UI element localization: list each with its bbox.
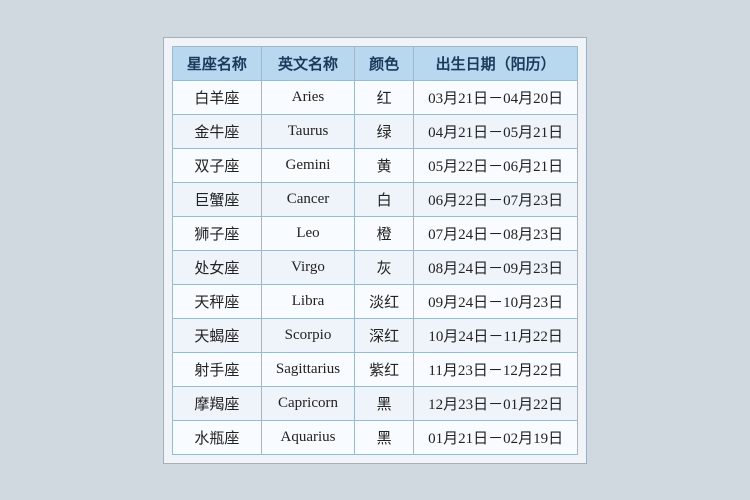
table-header-row: 星座名称 英文名称 颜色 出生日期（阳历）: [172, 46, 577, 80]
header-birth-date: 出生日期（阳历）: [414, 46, 578, 80]
zodiac-table-container: 星座名称 英文名称 颜色 出生日期（阳历） 白羊座Aries红03月21日－04…: [163, 37, 587, 464]
zodiac-table: 星座名称 英文名称 颜色 出生日期（阳历） 白羊座Aries红03月21日－04…: [172, 46, 578, 455]
table-row: 水瓶座Aquarius黑01月21日－02月19日: [172, 420, 577, 454]
cell-birth-date: 01月21日－02月19日: [414, 420, 578, 454]
table-row: 摩羯座Capricorn黑12月23日－01月22日: [172, 386, 577, 420]
cell-chinese-name: 金牛座: [172, 114, 261, 148]
header-chinese-name: 星座名称: [172, 46, 261, 80]
table-row: 狮子座Leo橙07月24日－08月23日: [172, 216, 577, 250]
table-body: 白羊座Aries红03月21日－04月20日金牛座Taurus绿04月21日－0…: [172, 80, 577, 454]
cell-chinese-name: 天秤座: [172, 284, 261, 318]
cell-birth-date: 05月22日－06月21日: [414, 148, 578, 182]
cell-english-name: Aquarius: [261, 420, 354, 454]
cell-birth-date: 04月21日－05月21日: [414, 114, 578, 148]
header-color: 颜色: [355, 46, 414, 80]
cell-color: 灰: [355, 250, 414, 284]
cell-chinese-name: 水瓶座: [172, 420, 261, 454]
table-row: 天秤座Libra淡红09月24日－10月23日: [172, 284, 577, 318]
cell-chinese-name: 天蝎座: [172, 318, 261, 352]
cell-chinese-name: 处女座: [172, 250, 261, 284]
table-row: 金牛座Taurus绿04月21日－05月21日: [172, 114, 577, 148]
cell-birth-date: 09月24日－10月23日: [414, 284, 578, 318]
cell-color: 绿: [355, 114, 414, 148]
cell-color: 红: [355, 80, 414, 114]
cell-english-name: Taurus: [261, 114, 354, 148]
table-row: 处女座Virgo灰08月24日－09月23日: [172, 250, 577, 284]
cell-english-name: Leo: [261, 216, 354, 250]
cell-chinese-name: 狮子座: [172, 216, 261, 250]
table-row: 双子座Gemini黄05月22日－06月21日: [172, 148, 577, 182]
cell-birth-date: 07月24日－08月23日: [414, 216, 578, 250]
cell-chinese-name: 白羊座: [172, 80, 261, 114]
cell-color: 白: [355, 182, 414, 216]
cell-english-name: Virgo: [261, 250, 354, 284]
cell-birth-date: 12月23日－01月22日: [414, 386, 578, 420]
cell-english-name: Sagittarius: [261, 352, 354, 386]
cell-color: 紫红: [355, 352, 414, 386]
table-row: 巨蟹座Cancer白06月22日－07月23日: [172, 182, 577, 216]
cell-birth-date: 06月22日－07月23日: [414, 182, 578, 216]
cell-chinese-name: 双子座: [172, 148, 261, 182]
cell-english-name: Capricorn: [261, 386, 354, 420]
cell-color: 黑: [355, 420, 414, 454]
cell-chinese-name: 射手座: [172, 352, 261, 386]
cell-english-name: Gemini: [261, 148, 354, 182]
cell-chinese-name: 摩羯座: [172, 386, 261, 420]
cell-english-name: Aries: [261, 80, 354, 114]
cell-english-name: Scorpio: [261, 318, 354, 352]
table-row: 白羊座Aries红03月21日－04月20日: [172, 80, 577, 114]
cell-color: 黑: [355, 386, 414, 420]
cell-color: 淡红: [355, 284, 414, 318]
cell-english-name: Cancer: [261, 182, 354, 216]
cell-chinese-name: 巨蟹座: [172, 182, 261, 216]
cell-birth-date: 08月24日－09月23日: [414, 250, 578, 284]
cell-birth-date: 10月24日－11月22日: [414, 318, 578, 352]
cell-birth-date: 03月21日－04月20日: [414, 80, 578, 114]
cell-birth-date: 11月23日－12月22日: [414, 352, 578, 386]
cell-color: 深红: [355, 318, 414, 352]
cell-color: 橙: [355, 216, 414, 250]
cell-english-name: Libra: [261, 284, 354, 318]
table-row: 天蝎座Scorpio深红10月24日－11月22日: [172, 318, 577, 352]
header-english-name: 英文名称: [261, 46, 354, 80]
cell-color: 黄: [355, 148, 414, 182]
table-row: 射手座Sagittarius紫红11月23日－12月22日: [172, 352, 577, 386]
